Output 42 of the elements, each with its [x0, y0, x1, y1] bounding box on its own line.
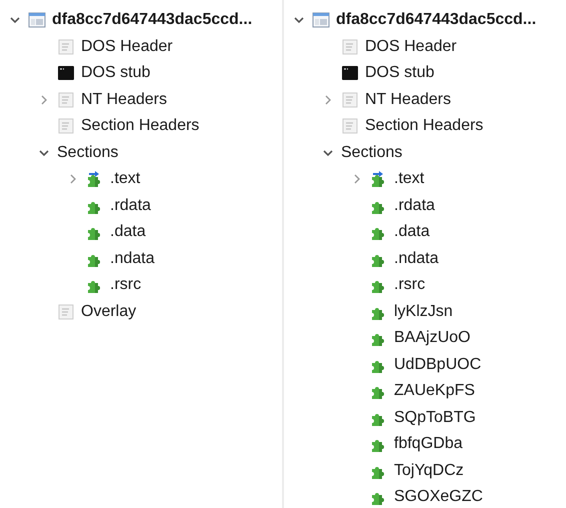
document-icon: [57, 90, 75, 109]
tree-item-label[interactable]: NT Headers: [81, 88, 167, 112]
tree-item-label[interactable]: SQpToBTG: [394, 406, 476, 430]
tree-item-label[interactable]: DOS stub: [81, 61, 150, 86]
tree-item-label[interactable]: .rsrc: [394, 273, 426, 298]
console-icon: [57, 64, 75, 82]
tree-item-label[interactable]: .rdata: [394, 194, 435, 218]
tree-item-label[interactable]: Section Headers: [365, 114, 484, 138]
document-icon: [341, 117, 359, 136]
tree-item-label[interactable]: Sections: [341, 140, 402, 165]
tree-item-label[interactable]: dfa8cc7d647443dac5ccd...: [336, 8, 536, 32]
tree-item-label[interactable]: DOS stub: [365, 61, 434, 86]
tree-item-label[interactable]: .rdata: [110, 194, 151, 218]
tree-item-label[interactable]: .rsrc: [110, 273, 142, 298]
tree-item-label[interactable]: BAAjzUoO: [394, 326, 470, 350]
tree-item-label[interactable]: .data: [394, 220, 430, 244]
document-icon: [341, 38, 359, 56]
tree-item-label[interactable]: .ndata: [110, 246, 154, 271]
tree-item-label[interactable]: DOS Header: [81, 34, 173, 59]
tree-item-label[interactable]: Section Headers: [81, 114, 200, 138]
document-icon: [341, 90, 359, 109]
tree-item-label[interactable]: lyKlzJsn: [394, 300, 453, 324]
tree-item-label[interactable]: .data: [110, 220, 146, 244]
tree-item-label[interactable]: .text: [110, 167, 140, 192]
tree-item-label[interactable]: UdDBpUOC: [394, 352, 482, 377]
tree-item-label[interactable]: Sections: [57, 140, 118, 165]
tree-item-label[interactable]: SGOXeGZC: [394, 485, 483, 508]
tree-item-label[interactable]: ZAUeKpFS: [394, 379, 475, 404]
tree-item-label[interactable]: Overlay: [81, 300, 136, 324]
document-icon: [57, 302, 75, 321]
tree-item-label[interactable]: .ndata: [394, 246, 438, 271]
document-icon: [57, 117, 75, 136]
window-icon: [28, 11, 46, 30]
tree-item-label[interactable]: TojYqDCz: [394, 458, 464, 483]
tree-item-label[interactable]: NT Headers: [365, 88, 451, 112]
console-icon: [341, 64, 359, 82]
tree-item-label[interactable]: DOS Header: [365, 34, 457, 59]
tree-item-label[interactable]: .text: [394, 167, 424, 192]
tree-item-label[interactable]: fbfqGDba: [394, 432, 462, 456]
document-icon: [57, 38, 75, 56]
window-icon: [312, 11, 330, 30]
tree-item-label[interactable]: dfa8cc7d647443dac5ccd...: [52, 8, 252, 32]
